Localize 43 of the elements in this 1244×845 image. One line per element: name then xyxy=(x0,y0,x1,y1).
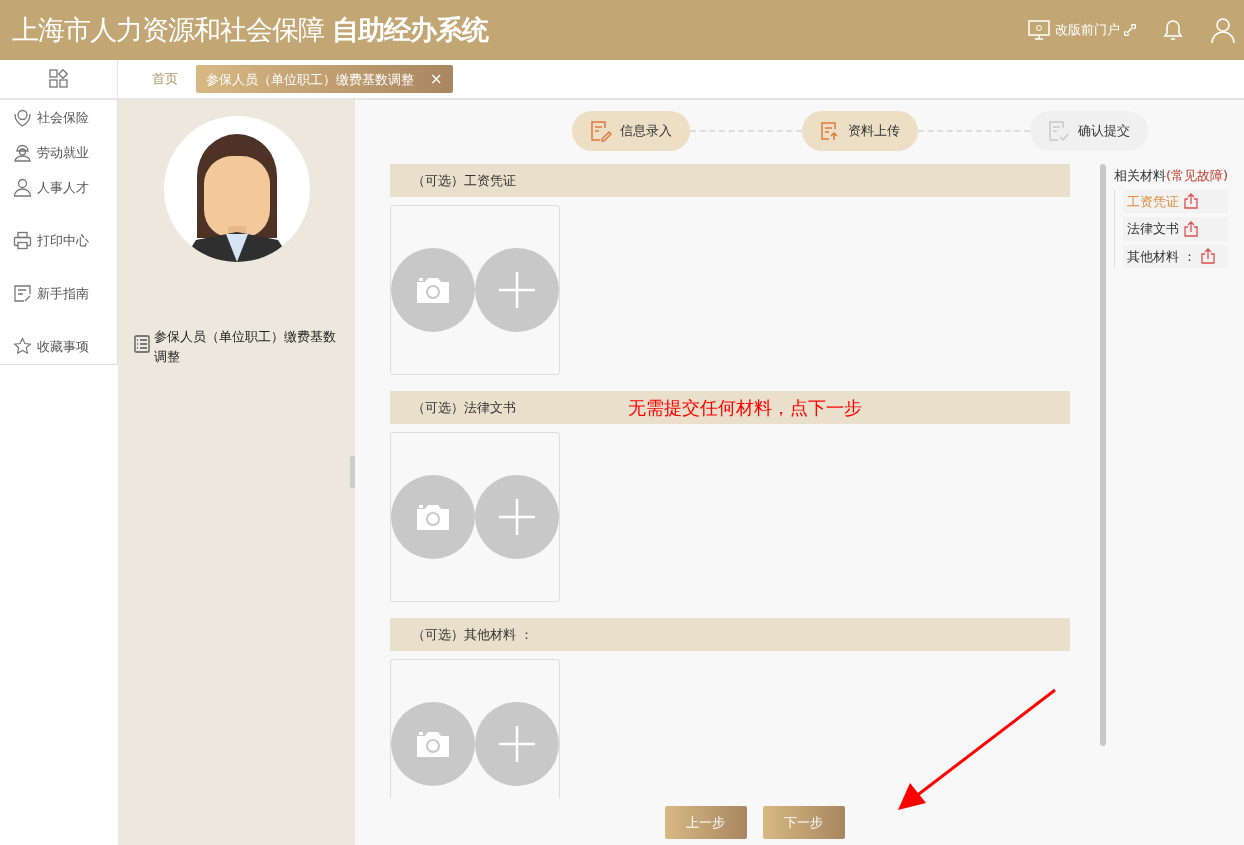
sidebar-item[interactable]: 劳动就业 xyxy=(0,135,95,170)
printer-icon xyxy=(13,231,32,250)
edit-form-icon xyxy=(589,120,612,142)
sidebar-item[interactable]: 新手指南 xyxy=(0,276,95,311)
star-icon xyxy=(13,337,32,356)
upload-icon xyxy=(1200,248,1217,265)
section-title: （可选）工资凭证 xyxy=(412,171,516,190)
person-icon xyxy=(13,178,32,197)
step: 资料上传 xyxy=(801,111,918,151)
plus-icon xyxy=(498,725,536,763)
hands-icon xyxy=(13,108,32,127)
related-title: 相关材料(常见故障) xyxy=(1114,167,1229,185)
camera-icon xyxy=(415,730,451,758)
step: 确认提交 xyxy=(1029,111,1148,151)
plus-icon xyxy=(498,498,536,536)
plus-icon xyxy=(498,271,536,309)
camera-icon xyxy=(415,503,451,531)
sidebar-item[interactable]: 社会保险 xyxy=(0,100,95,135)
grid-icon[interactable] xyxy=(48,69,69,89)
link-icon xyxy=(1124,24,1136,36)
service-item[interactable]: 参保人员（单位职工）缴费基数调整 xyxy=(154,327,339,366)
sidebar-item[interactable]: 打印中心 xyxy=(0,223,95,258)
faq-link[interactable]: (常见故障) xyxy=(1166,168,1229,183)
worker-icon xyxy=(13,143,32,162)
user-icon[interactable] xyxy=(1210,16,1236,44)
annotation-text: 无需提交任何材料，点下一步 xyxy=(628,396,862,420)
camera-icon xyxy=(415,276,451,304)
monitor-icon xyxy=(1027,19,1051,41)
sidebar-item[interactable]: 收藏事项 xyxy=(0,329,95,364)
guide-icon xyxy=(13,284,32,303)
material-item[interactable]: 法律文书 xyxy=(1123,217,1229,241)
checklist-icon xyxy=(134,335,150,353)
collapse-handle[interactable] xyxy=(350,456,355,488)
app-title: 上海市人力资源和社会保障 自助经办系统 xyxy=(11,12,490,47)
upload-icon xyxy=(1183,220,1199,237)
upload-icon xyxy=(1183,193,1199,210)
material-item[interactable]: 其他材料 ： xyxy=(1123,244,1229,268)
section-title: （可选）其他材料 ： xyxy=(412,625,534,644)
check-form-icon xyxy=(1047,120,1070,142)
section-title: （可选）法律文书 xyxy=(412,398,516,417)
sidebar-item[interactable]: 人事人才 xyxy=(0,170,95,205)
step: 信息录入 xyxy=(571,111,690,151)
upload-form-icon xyxy=(819,121,840,141)
